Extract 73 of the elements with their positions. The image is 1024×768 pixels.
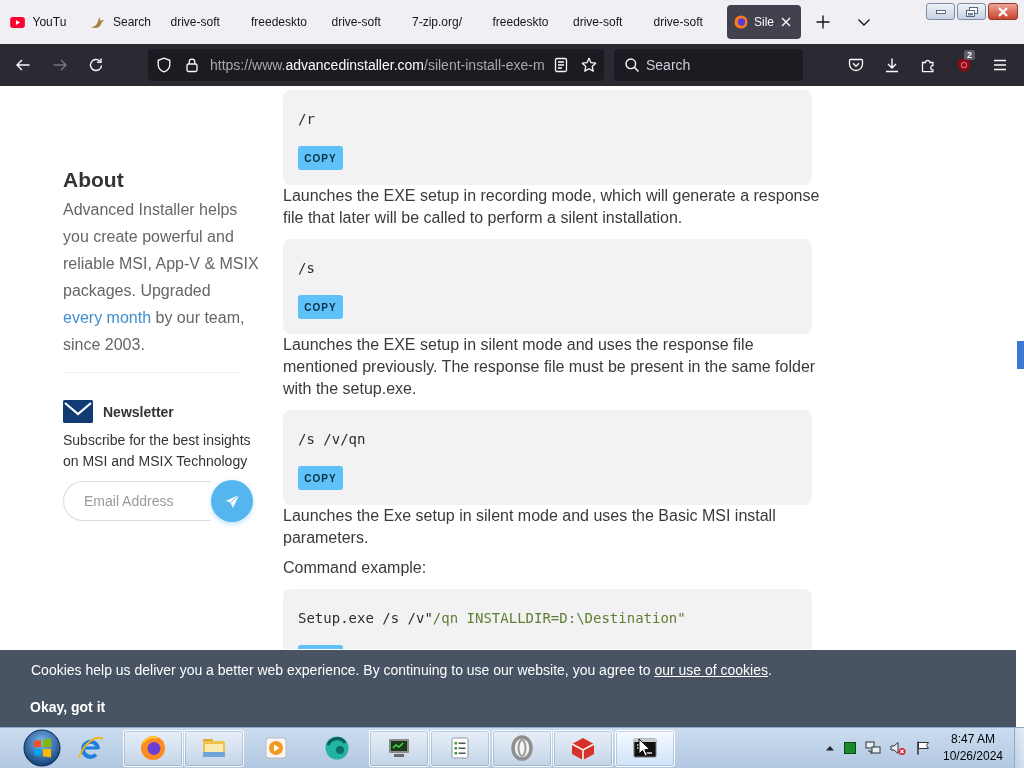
reload-icon[interactable] bbox=[88, 57, 104, 73]
clock-date[interactable]: 10/26/2024 bbox=[942, 748, 1004, 765]
star-icon[interactable] bbox=[581, 57, 597, 73]
bird-icon bbox=[90, 14, 105, 30]
envelope-icon bbox=[63, 400, 93, 423]
restore-icon bbox=[965, 6, 978, 17]
puzzle-icon[interactable] bbox=[920, 57, 936, 73]
about-heading: About bbox=[63, 168, 125, 192]
chevron-up-icon[interactable] bbox=[825, 744, 835, 752]
text-link[interactable]: every month bbox=[63, 309, 152, 326]
close-icon bbox=[997, 6, 1009, 17]
copy-button[interactable]: COPY bbox=[298, 146, 343, 170]
address-bar[interactable]: https://www.advancedinstaller.com/silent-install-exe-m bbox=[148, 49, 604, 81]
newsletter-heading: Newsletter bbox=[103, 403, 174, 420]
close-tab-icon[interactable] bbox=[780, 16, 792, 28]
cookie-policy-link[interactable]: our use of cookies bbox=[654, 662, 768, 678]
browser-tab[interactable]: freedeskto bbox=[244, 5, 318, 39]
notification-badge: 2 bbox=[964, 50, 975, 60]
paper-plane-icon bbox=[224, 493, 240, 509]
minimize-icon bbox=[935, 9, 946, 14]
newsletter-text: Subscribe for the best insights on MSI and MSIX Technology bbox=[63, 431, 252, 471]
e-logo-icon bbox=[77, 734, 105, 762]
browser-logo-icon bbox=[734, 15, 748, 29]
browser-tab[interactable]: drive-soft bbox=[163, 5, 238, 39]
code-text: /r bbox=[298, 110, 316, 129]
bag-chevron-icon[interactable] bbox=[848, 57, 864, 73]
code-text: /s bbox=[298, 259, 316, 278]
cookie-notice-text: Cookies help us deliver you a better web experience. By continuing to use our website, you agree to our use of cookies. bbox=[31, 661, 773, 680]
new-tab-icon[interactable] bbox=[815, 14, 831, 30]
about-text: Advanced Installer helps you create powerful and reliable MSI, App-V & MSIX packages. Upgraded every month by our team, since 2003. bbox=[63, 200, 260, 355]
browser-tab[interactable]: drive-soft bbox=[646, 5, 721, 39]
flag-icon[interactable] bbox=[915, 740, 931, 756]
taskbar-app-button[interactable] bbox=[368, 729, 429, 767]
browser-tab[interactable]: drive-soft bbox=[324, 5, 399, 39]
body-text: Launches the EXE setup in recording mode, which will generate a response file that later will be called to perform a silent installation. bbox=[283, 186, 821, 228]
browser-tab[interactable]: freedeskto bbox=[485, 5, 560, 39]
mouse-pointer-icon bbox=[638, 738, 650, 757]
network-icon[interactable] bbox=[865, 740, 881, 756]
search-field[interactable]: Search bbox=[614, 49, 803, 81]
body-text: Launches the EXE setup in silent mode and uses the response file mentioned previously. The response file must be present in the same folder with the setup.exe. bbox=[283, 335, 817, 399]
lock-icon[interactable] bbox=[184, 57, 200, 73]
muted-speaker-icon[interactable] bbox=[890, 740, 906, 756]
url-text[interactable]: https://www.advancedinstaller.com/silent-install-exe-m bbox=[210, 57, 545, 73]
menu-icon[interactable] bbox=[992, 57, 1008, 73]
shield-icon[interactable] bbox=[156, 57, 172, 73]
search-icon bbox=[624, 57, 640, 73]
browser-tab[interactable]: Search bbox=[83, 5, 157, 39]
browser-tab[interactable]: 7-zip.org/ bbox=[405, 5, 479, 39]
back-icon[interactable] bbox=[15, 57, 31, 73]
download-icon[interactable] bbox=[884, 57, 900, 73]
taskbar-app-button[interactable] bbox=[614, 729, 675, 767]
browser-tab[interactable]: drive-soft bbox=[566, 5, 640, 39]
body-text: Launches the Exe setup in silent mode and uses the Basic MSI install parameters. bbox=[283, 506, 777, 548]
start-button[interactable] bbox=[23, 729, 61, 767]
body-text: Command example: bbox=[283, 558, 428, 578]
restore-button[interactable] bbox=[957, 3, 986, 20]
minimize-button[interactable] bbox=[926, 3, 955, 20]
copy-button[interactable]: COPY bbox=[298, 295, 343, 319]
browser-logo-icon bbox=[138, 734, 167, 762]
browser-tab[interactable]: Sile bbox=[727, 5, 801, 39]
sphere-icon bbox=[323, 734, 351, 762]
close-window-button[interactable] bbox=[988, 3, 1018, 20]
video-play-icon bbox=[9, 16, 25, 28]
code-text: Setup.exe /s /v"/qn INSTALLDIR=D:\Destination" bbox=[298, 609, 687, 628]
code-text: /s /v/qn bbox=[298, 430, 367, 449]
clock-time[interactable]: 8:47 AM bbox=[951, 731, 995, 748]
email-field[interactable]: Email Address bbox=[63, 481, 211, 521]
taskbar-app-button[interactable] bbox=[122, 729, 183, 767]
browser-tab[interactable]: YouTu bbox=[2, 5, 77, 39]
reader-view-icon[interactable] bbox=[553, 57, 569, 73]
copy-button[interactable]: COPY bbox=[298, 466, 343, 490]
accept-cookies-button[interactable]: Okay, got it bbox=[30, 697, 106, 717]
scrollbar-thumb[interactable] bbox=[1017, 341, 1024, 369]
